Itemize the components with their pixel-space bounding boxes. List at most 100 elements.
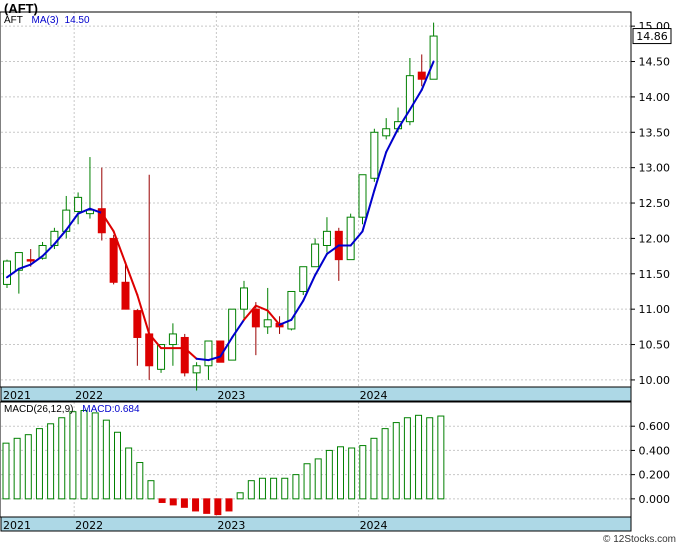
macd-legend-value: 0.684: [114, 404, 140, 415]
price-x-tick-label: 2022: [75, 389, 103, 402]
price-y-tick-label: 14.50: [639, 56, 671, 69]
candle-body: [3, 260, 11, 285]
macd-bar: [147, 480, 155, 500]
price-y-tick-label: 10.50: [639, 339, 671, 352]
macd-bar: [158, 498, 166, 503]
macd-bar: [392, 422, 400, 500]
price-x-tick-label: 2023: [217, 389, 245, 402]
macd-bar: [91, 412, 99, 500]
macd-bar: [247, 480, 255, 500]
macd-bar: [192, 498, 200, 512]
macd-bar: [426, 417, 434, 500]
price-y-tick-label: 11.50: [639, 268, 671, 281]
macd-bar: [325, 449, 333, 500]
candle-body: [322, 230, 331, 246]
macd-bar: [236, 492, 244, 500]
candle-body: [263, 319, 272, 328]
macd-bar: [370, 437, 378, 500]
price-y-tick-label: 12.00: [639, 232, 671, 245]
macd-bar: [381, 428, 389, 500]
candle-body: [417, 71, 426, 80]
macd-y-tick-label: 0.600: [639, 420, 671, 433]
candle-body: [145, 333, 154, 367]
macd-x-tick-label: 2022: [75, 519, 103, 532]
candle-body: [382, 128, 391, 137]
macd-x-tick-label: 2021: [3, 519, 31, 532]
price-y-axis: 10.00 10.50 11.00 11.50 12.00 12.50 13.00 13.50…: [631, 20, 670, 387]
macd-bar: [348, 447, 356, 500]
candle-body: [346, 216, 355, 261]
candle-body: [287, 290, 296, 330]
candle-body: [299, 266, 308, 292]
candle-body: [358, 174, 367, 218]
price-legend: AFT MA(3) 14.50: [4, 15, 90, 26]
legend-ma-value: 14.50: [64, 15, 90, 26]
candle-body: [204, 340, 213, 367]
legend-symbol: AFT: [4, 15, 23, 26]
macd-bar: [35, 428, 43, 500]
macd-bar: [24, 434, 32, 500]
candle-body: [168, 333, 177, 346]
price-y-tick-label: 11.00: [639, 303, 671, 316]
macd-bar: [437, 415, 445, 500]
candle-body: [74, 196, 83, 213]
macd-bar: [281, 477, 289, 500]
candle-body: [121, 281, 130, 310]
ma-segment: [195, 357, 210, 362]
macd-bar: [169, 498, 177, 506]
price-y-tick-label: 12.50: [639, 197, 671, 210]
price-gridlines: [1, 12, 631, 387]
price-y-tick-label: 10.00: [639, 374, 671, 387]
macd-bar: [13, 437, 21, 500]
macd-y-tick-label: 0.400: [639, 444, 671, 457]
macd-y-tick-label: 0.000: [639, 493, 671, 506]
macd-bar: [270, 477, 278, 500]
macd-bar: [337, 446, 344, 500]
candlestick-series: [3, 22, 438, 391]
candle-body: [180, 336, 189, 374]
macd-bar: [303, 463, 311, 500]
candle-body: [192, 365, 201, 374]
legend-ma-label: MA(3): [31, 15, 59, 26]
macd-bar: [359, 445, 367, 500]
candle-body: [240, 287, 248, 310]
last-price-marker: 14.86: [632, 28, 672, 45]
stock-chart: 10.00 10.50 11.00 11.50 12.00 12.50 13.00 13.50…: [0, 11, 672, 532]
macd-bar: [203, 498, 211, 514]
macd-bar: [2, 442, 10, 500]
candle-body: [251, 308, 260, 328]
macd-bar: [214, 498, 222, 516]
macd-bar: [314, 458, 322, 500]
price-panel-frame: [0, 11, 632, 388]
price-x-tick-label: 2024: [360, 389, 388, 402]
price-y-tick-label: 14.00: [639, 91, 671, 104]
macd-bar: [80, 409, 88, 500]
macd-bar: [69, 411, 77, 500]
macd-bar: [292, 474, 300, 500]
macd-bar: [180, 498, 188, 508]
candle-body: [429, 35, 438, 80]
price-x-tick-label: 2021: [3, 389, 31, 402]
price-y-tick-label: 13.00: [639, 162, 671, 175]
macd-x-tick-label: 2024: [360, 519, 388, 532]
macd-legend: MACD(26,12,9) MACD:0.684: [4, 404, 140, 415]
chart-title: (AFT): [4, 1, 38, 16]
macd-bar: [225, 498, 233, 512]
macd-legend-label: MACD:: [82, 404, 115, 415]
macd-bar: [47, 423, 55, 500]
macd-bar: [125, 447, 133, 500]
candle-body: [109, 237, 118, 283]
price-y-tick-label: 13.50: [639, 126, 671, 139]
candle-body: [370, 131, 379, 179]
macd-bar: [403, 417, 411, 500]
macd-bar: [114, 431, 121, 500]
macd-bar: [136, 462, 144, 500]
moving-average-line: [6, 60, 435, 362]
macd-legend-params: MACD(26,12,9): [4, 404, 74, 415]
macd-y-axis: 0.600 0.400 0.200 0.000: [631, 420, 670, 506]
macd-bar: [415, 414, 423, 500]
candle-body: [311, 243, 320, 268]
macd-y-tick-label: 0.200: [639, 469, 671, 482]
candle-body: [26, 259, 35, 262]
macd-x-tick-label: 2023: [217, 519, 245, 532]
